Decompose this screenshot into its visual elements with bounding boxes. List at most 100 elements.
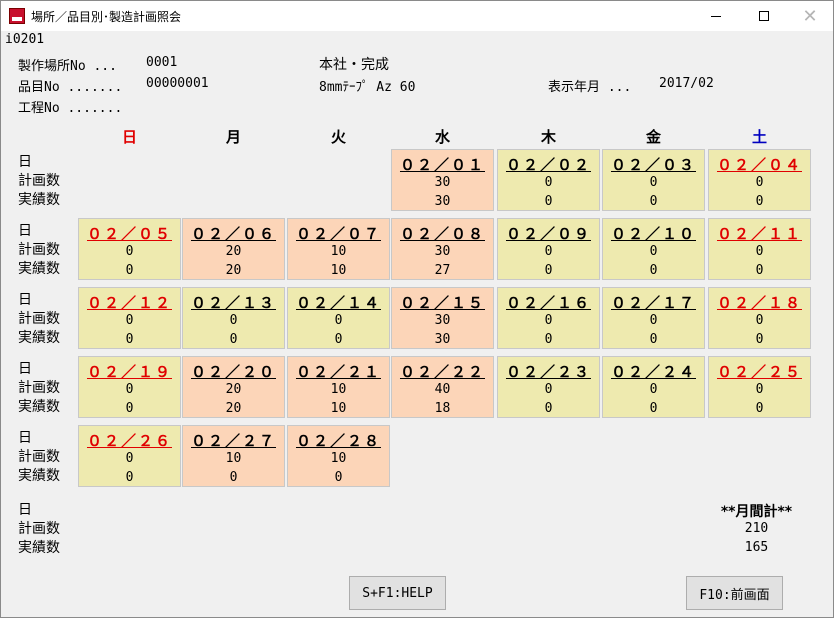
day-actual-qty: 0 xyxy=(649,401,658,416)
calendar-day-cell[interactable]: ０２／２６ 0 0 xyxy=(78,425,181,487)
day-date: ０２／１４ xyxy=(288,292,389,313)
calendar-day-cell[interactable]: ０２／１４ 0 0 xyxy=(287,287,390,349)
day-plan-qty: 40 xyxy=(434,382,451,397)
calendar-day-cell[interactable]: ０２／１０ 0 0 xyxy=(602,218,705,280)
day-date: ０２／２３ xyxy=(498,361,599,382)
row-label-actual: 実績数 xyxy=(18,330,60,346)
close-button[interactable]: ✕ xyxy=(787,1,833,31)
calendar-day-cell[interactable]: ０２／２４ 0 0 xyxy=(602,356,705,418)
day-date: ０２／１５ xyxy=(392,292,493,313)
day-date-text: ０２／０３ xyxy=(610,156,696,174)
day-date: ０２／２５ xyxy=(709,361,810,382)
day-date: ０２／２８ xyxy=(288,430,389,451)
day-actual-qty: 0 xyxy=(125,332,134,347)
day-actual-qty: 10 xyxy=(330,401,347,416)
day-date-text: ０２／２３ xyxy=(505,363,591,381)
day-date-text: ０２／０５ xyxy=(86,225,172,243)
day-actual-qty: 30 xyxy=(434,332,451,347)
item-name: 8mmﾃｰﾌﾟ Az 60 xyxy=(319,80,416,95)
day-date-text: ０２／１９ xyxy=(86,363,172,381)
display-month-label: 表示年月 ... xyxy=(548,80,632,95)
row-label-plan: 計画数 xyxy=(18,173,60,189)
day-plan-qty: 0 xyxy=(755,313,764,328)
calendar-day-cell[interactable]: ０２／１８ 0 0 xyxy=(708,287,811,349)
calendar-day-cell[interactable]: ０２／２１ 10 10 xyxy=(287,356,390,418)
maximize-button[interactable] xyxy=(741,1,787,31)
calendar-day-cell[interactable]: ０２／１６ 0 0 xyxy=(497,287,600,349)
day-date: ０２／１８ xyxy=(709,292,810,313)
day-plan-qty: 0 xyxy=(125,313,134,328)
row-label-day: 日 xyxy=(18,430,32,446)
day-date: ０２／２１ xyxy=(288,361,389,382)
calendar-day-cell[interactable]: ０２／２８ 10 0 xyxy=(287,425,390,487)
help-button[interactable]: S+F1:HELP xyxy=(349,576,446,610)
day-plan-qty: 0 xyxy=(649,382,658,397)
day-plan-qty: 0 xyxy=(334,313,343,328)
day-date: ０２／０４ xyxy=(709,154,810,175)
calendar-day-cell[interactable]: ０２／０６ 20 20 xyxy=(182,218,285,280)
day-plan-qty: 0 xyxy=(125,382,134,397)
calendar-day-cell[interactable]: ０２／１３ 0 0 xyxy=(182,287,285,349)
day-date-text: ０２／２１ xyxy=(295,363,381,381)
day-actual-qty: 0 xyxy=(544,401,553,416)
item-label: 品目No ....... xyxy=(18,80,123,95)
calendar-day-cell[interactable]: ０２／０２ 0 0 xyxy=(497,149,600,211)
day-plan-qty: 0 xyxy=(649,244,658,259)
calendar-day-cell[interactable]: ０２／０４ 0 0 xyxy=(708,149,811,211)
day-date: ０２／１６ xyxy=(498,292,599,313)
day-date-text: ０２／１２ xyxy=(86,294,172,312)
calendar-day-cell[interactable]: ０２／１５ 30 30 xyxy=(391,287,494,349)
calendar-day-cell[interactable]: ０２／０３ 0 0 xyxy=(602,149,705,211)
day-date-text: ０２／０４ xyxy=(716,156,802,174)
day-plan-qty: 0 xyxy=(125,451,134,466)
day-date: ０２／１０ xyxy=(603,223,704,244)
calendar-day-cell[interactable]: ０２／１７ 0 0 xyxy=(602,287,705,349)
day-actual-qty: 0 xyxy=(755,401,764,416)
calendar-day-cell[interactable]: ０２／２２ 40 18 xyxy=(391,356,494,418)
day-actual-qty: 0 xyxy=(229,470,238,485)
day-plan-qty: 20 xyxy=(225,382,242,397)
day-date: ０２／１２ xyxy=(79,292,180,313)
calendar-day-cell[interactable]: ０２／０１ 30 30 xyxy=(391,149,494,211)
calendar-day-cell[interactable]: ０２／０５ 0 0 xyxy=(78,218,181,280)
weekday-header-1: 月 xyxy=(225,128,241,146)
calendar-day-cell[interactable]: ０２／２５ 0 0 xyxy=(708,356,811,418)
day-plan-qty: 0 xyxy=(544,382,553,397)
day-date: ０２／２６ xyxy=(79,430,180,451)
day-date-text: ０２／１８ xyxy=(716,294,802,312)
day-actual-qty: 0 xyxy=(125,263,134,278)
day-date: ０２／０２ xyxy=(498,154,599,175)
calendar-day-cell[interactable]: ０２／１２ 0 0 xyxy=(78,287,181,349)
screen-id: i0201 xyxy=(5,32,45,47)
calendar-day-cell[interactable]: ０２／２７ 10 0 xyxy=(182,425,285,487)
calendar-day-cell[interactable]: ０２／０７ 10 10 xyxy=(287,218,390,280)
day-date-text: ０２／１４ xyxy=(295,294,381,312)
row-label-plan: 計画数 xyxy=(18,242,60,258)
calendar-day-cell[interactable]: ０２／０９ 0 0 xyxy=(497,218,600,280)
day-date-text: ０２／２２ xyxy=(399,363,485,381)
day-actual-qty: 30 xyxy=(434,194,451,209)
display-month: 2017/02 xyxy=(659,76,714,91)
day-date: ０２／０６ xyxy=(183,223,284,244)
day-date: ０２／２４ xyxy=(603,361,704,382)
calendar-day-cell[interactable]: ０２／２０ 20 20 xyxy=(182,356,285,418)
minimize-button[interactable] xyxy=(693,1,739,31)
day-actual-qty: 0 xyxy=(755,263,764,278)
day-actual-qty: 0 xyxy=(334,332,343,347)
calendar-day-cell[interactable]: ０２／１１ 0 0 xyxy=(708,218,811,280)
day-actual-qty: 0 xyxy=(649,263,658,278)
day-plan-qty: 0 xyxy=(544,313,553,328)
back-button[interactable]: F10:前画面 xyxy=(686,576,783,610)
calendar-day-cell[interactable]: ０２／０８ 30 27 xyxy=(391,218,494,280)
calendar-day-cell[interactable]: ０２／１９ 0 0 xyxy=(78,356,181,418)
day-actual-qty: 0 xyxy=(125,470,134,485)
row-label-plan: 計画数 xyxy=(18,449,60,465)
day-plan-qty: 30 xyxy=(434,313,451,328)
day-plan-qty: 0 xyxy=(649,313,658,328)
total-actual-label: 実績数 xyxy=(18,540,60,556)
day-date: ０２／０３ xyxy=(603,154,704,175)
calendar-day-cell[interactable]: ０２／２３ 0 0 xyxy=(497,356,600,418)
location-label: 製作場所No ... xyxy=(18,59,117,74)
day-plan-qty: 0 xyxy=(544,244,553,259)
day-date-text: ０２／１６ xyxy=(505,294,591,312)
